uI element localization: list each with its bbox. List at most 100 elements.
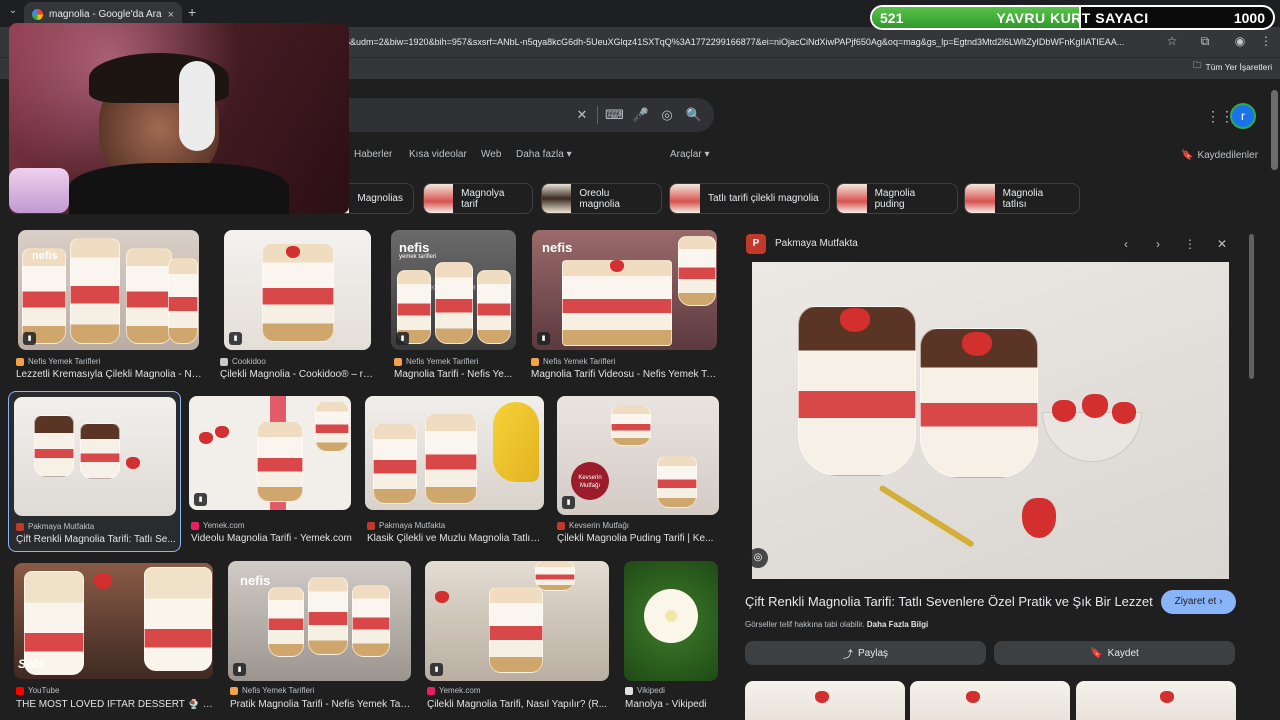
result-card[interactable]: Vikipedi Manolya - Vikipedi [624,561,724,713]
source-name: Nefis Yemek Tarifleri [242,686,315,695]
strawberry [1082,394,1108,418]
more-options-icon[interactable]: ⋮ [1182,236,1198,252]
chip-tatli-tarifi[interactable]: Tatlı tarifi çilekli magnolia [669,183,830,214]
mic-icon[interactable]: 🎤 [632,106,650,124]
avatar[interactable]: r [1230,103,1256,129]
search-input[interactable] [330,98,714,132]
dessert-cup [373,424,417,504]
preview-image[interactable] [752,262,1229,579]
all-bookmarks-button[interactable]: 🗀 Tüm Yer İşaretleri [1193,60,1272,74]
save-button[interactable]: 🔖 Kaydet [994,641,1235,665]
share-label: Paylaş [857,647,888,659]
learn-more-link[interactable]: Daha Fazla Bilgi [867,620,928,629]
apps-grid-icon[interactable]: ⋮⋮ [1206,108,1234,124]
extensions-icon[interactable]: ⧉ [1196,32,1214,50]
strawberry [610,260,624,272]
result-card[interactable]: nefis ▮ Nefis Yemek Tarifleri Lezzetli K… [16,230,206,382]
video-icon: ▮ [537,332,550,345]
result-card[interactable]: ▮ Yemek.com Videolu Magnolia Tarifi - Ye… [189,396,355,548]
tab-news[interactable]: Haberler [354,149,392,160]
result-source: Vikipedi [625,686,665,695]
chip-oreolu-magnolia[interactable]: Oreolu magnolia [541,183,662,214]
search-icon[interactable]: 🔍 [685,106,703,124]
video-icon: ▮ [23,332,36,345]
tab-close-icon[interactable]: × [168,9,174,21]
new-tab-button[interactable]: + [188,4,196,20]
saved-button[interactable]: 🔖 Kaydedilenler [1181,150,1258,161]
site-favicon-icon [427,686,435,695]
banana [493,402,539,482]
visit-button[interactable]: Ziyaret et › [1161,590,1236,614]
tools-button[interactable]: Araçlar ▾ [670,149,710,160]
close-panel-icon[interactable]: ✕ [1214,236,1230,252]
chip-magnolia-puding[interactable]: Magnolia puding [836,183,958,214]
related-thumbnail[interactable] [1076,681,1236,720]
video-icon: ▮ [194,493,207,506]
lens-search-icon[interactable]: ◎ [748,548,768,568]
result-card[interactable]: ▮ Yemek.com Çilekli Magnolia Tarifi, Nas… [425,561,611,713]
tab-web[interactable]: Web [481,149,501,160]
source-name: Cookidoo [232,357,266,366]
dessert-cup [34,415,74,477]
dessert-cup [489,587,543,673]
result-source: Nefis Yemek Tarifleri [230,686,314,695]
strawberry [1160,691,1174,703]
result-card[interactable]: nefis ▮ Nefis Yemek Tarifleri Pratik Mag… [228,561,414,713]
share-button[interactable]: ⤴ Paylaş [745,641,986,665]
chip-label: Tatlı tarifi çilekli magnolia [708,193,819,204]
result-card[interactable]: nefis yemek tarifleri KRISTALIMPUR ▮ Nef… [391,230,520,382]
tab-search-icon[interactable]: ⌄ [5,5,21,21]
chevron-down-icon: ▾ [566,149,572,160]
next-image-icon[interactable]: › [1150,236,1166,252]
lens-icon[interactable]: ◎ [658,106,676,124]
result-thumbnail: ▮ [189,396,351,510]
clear-search-icon[interactable]: ✕ [573,106,591,124]
site-favicon-icon [191,521,199,530]
chip-magnolia-tatlisi[interactable]: Magnolia tatlısı [964,183,1080,214]
strawberry [435,591,449,603]
star-icon[interactable]: ☆ [1163,32,1181,50]
chip-magnolya-tarif[interactable]: Magnolya tarif [423,183,533,214]
dessert-cup [535,561,575,591]
strawberry [126,457,140,469]
gold-spoon [878,484,975,548]
magnolia-flower [644,589,698,643]
strawberry [1112,402,1136,424]
result-card-selected[interactable]: Pakmaya Mutfakta Çift Renkli Magnolia Ta… [8,391,181,552]
keyboard-icon[interactable]: ⌨ [605,106,624,124]
youtube-favicon-icon [16,686,24,695]
chip-thumbnail [542,184,572,213]
profile-icon[interactable]: ◉ [1231,32,1249,50]
result-card[interactable]: Solo YouTube THE MOST LOVED IFTAR DESSER… [14,563,219,715]
microphone [9,168,69,213]
copyright-notice: Görseller telif hakkına tabi olabilir. D… [745,620,928,629]
tab-short-videos[interactable]: Kısa videolar [409,149,467,160]
result-card[interactable]: nefis ▮ Nefis Yemek Tarifleri Magnolia T… [531,230,721,382]
bookmarks-label: Tüm Yer İşaretleri [1205,62,1273,72]
result-thumbnail: Solo [14,563,213,679]
tab-more-label: Daha fazla [516,149,564,160]
result-source: Pakmaya Mutfakta [367,521,445,530]
result-title: Magnolia Tarifi Videosu - Nefis Yemek Ta… [531,369,717,380]
panel-scrollbar[interactable] [1249,234,1254,379]
address-bar[interactable]: 25&udm=2&biw=1920&bih=957&sxsrf=ANbL-n5q… [340,31,1160,53]
result-card[interactable]: Kevserin Mutfağı ▮ Kevserin Mutfağı Çile… [557,396,722,548]
dessert-dish [562,260,672,346]
result-card[interactable]: Pakmaya Mutfakta Klasik Çilekli ve Muzlu… [365,396,546,548]
page-scrollbar[interactable] [1271,90,1278,170]
browser-menu-icon[interactable]: ⋮ [1257,32,1275,50]
dessert-cup [22,248,66,344]
pakmaya-logo-icon: P [746,234,766,254]
related-thumbnail[interactable] [745,681,905,720]
chevron-down-icon: ▾ [704,149,710,160]
headphones [179,61,215,151]
dessert-cup [70,238,120,344]
tab-more[interactable]: Daha fazla ▾ [516,149,572,160]
video-icon: ▮ [233,663,246,676]
dessert-cup [168,258,198,344]
panel-source[interactable]: Pakmaya Mutfakta [775,238,858,249]
result-card[interactable]: ▮ Cookidoo Çilekli Magnolia - Cookidoo® … [220,230,380,382]
related-thumbnail[interactable] [910,681,1070,720]
previous-image-icon[interactable]: ‹ [1118,236,1134,252]
chip-label: Magnolias [357,193,403,204]
